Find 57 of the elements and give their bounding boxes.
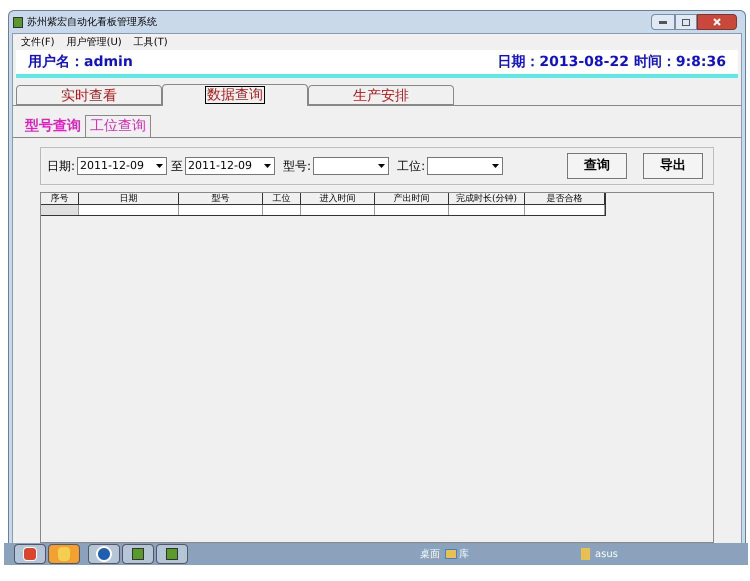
dropdown-arrow-icon bbox=[378, 164, 386, 168]
tab[interactable]: 型号查询 bbox=[21, 115, 85, 137]
table-cell bbox=[41, 205, 79, 215]
column-header: 序号 bbox=[41, 193, 79, 205]
dropdown-field[interactable]: 2011-12-09 bbox=[185, 157, 276, 175]
column-header: 进入时间 bbox=[301, 193, 375, 205]
dropdown-arrow-icon bbox=[156, 164, 164, 168]
app-icon bbox=[58, 547, 70, 561]
column-header: 工位 bbox=[263, 193, 301, 205]
tab[interactable]: 生产安排 bbox=[308, 85, 454, 105]
maximize-button[interactable] bbox=[675, 14, 697, 30]
globe-icon bbox=[96, 546, 112, 562]
tab[interactable]: 实时查看 bbox=[16, 85, 162, 105]
column-header: 是否合格 bbox=[525, 193, 605, 205]
filter-label: 至 bbox=[171, 158, 184, 175]
filter-label: 工位: bbox=[397, 158, 426, 175]
user-folder-icon bbox=[581, 548, 590, 560]
menu-item[interactable]: 工具(T) bbox=[134, 34, 168, 50]
app-icon bbox=[23, 547, 37, 561]
filter-label: 日期: bbox=[47, 158, 76, 175]
dropdown-field[interactable]: 2011-12-09 bbox=[77, 157, 168, 175]
dropdown-arrow-icon bbox=[264, 164, 272, 168]
dropdown-field[interactable] bbox=[427, 157, 504, 175]
datetime-label: 日期：2013-08-22 时间：9:8:36 bbox=[497, 52, 726, 72]
action-button[interactable]: 导出 bbox=[643, 153, 703, 179]
column-header: 完成时长(分钟) bbox=[449, 193, 525, 205]
tab[interactable]: 工位查询 bbox=[85, 115, 151, 137]
dropdown-arrow-icon bbox=[492, 164, 500, 168]
action-button[interactable]: 查询 bbox=[567, 153, 627, 179]
library-label: 库 bbox=[459, 548, 469, 562]
window-title: 苏州紫宏自动化看板管理系统 bbox=[27, 16, 157, 30]
desktop-label: 桌面 bbox=[420, 548, 440, 562]
filter-label: 型号: bbox=[283, 158, 312, 175]
user-label: asus bbox=[595, 548, 618, 562]
minimize-button[interactable] bbox=[651, 14, 675, 30]
column-header: 日期 bbox=[79, 193, 179, 205]
menu-item[interactable]: 用户管理(U) bbox=[66, 34, 122, 50]
taskbar-button[interactable] bbox=[156, 544, 188, 564]
taskbar-button[interactable] bbox=[48, 544, 80, 564]
column-header: 产出时间 bbox=[375, 193, 449, 205]
menu-item[interactable]: 文件(F) bbox=[21, 34, 55, 50]
dropdown-field[interactable] bbox=[313, 157, 390, 175]
column-header: 型号 bbox=[179, 193, 263, 205]
taskbar-button[interactable] bbox=[88, 544, 120, 564]
book-icon bbox=[13, 16, 23, 28]
folder-icon bbox=[445, 549, 457, 559]
taskbar-button[interactable] bbox=[14, 544, 46, 564]
book-icon bbox=[132, 548, 144, 560]
taskbar-button[interactable] bbox=[122, 544, 154, 564]
tab[interactable]: 数据查询 bbox=[162, 84, 308, 106]
table-cell bbox=[263, 205, 301, 215]
close-icon bbox=[713, 18, 721, 26]
close-button[interactable] bbox=[697, 14, 737, 30]
maximize-icon bbox=[682, 18, 690, 26]
user-label: 用户名：admin bbox=[28, 52, 133, 72]
book-icon bbox=[166, 548, 178, 560]
minimize-icon bbox=[659, 20, 667, 24]
